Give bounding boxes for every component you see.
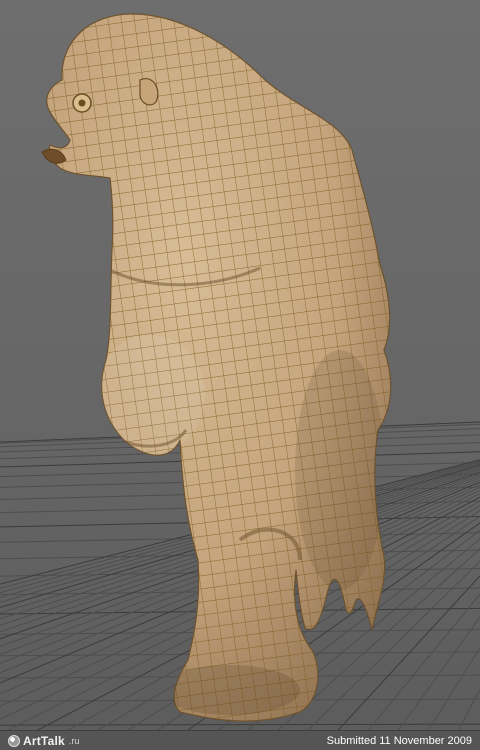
- submitted-date: Submitted 11 November 2009: [326, 734, 472, 747]
- logo-text: ArtTalk: [23, 733, 65, 748]
- viewport-canvas[interactable]: [0, 0, 480, 750]
- logo-domain: .ru: [68, 735, 80, 746]
- creature-eye: [72, 93, 92, 113]
- logo-icon: [8, 734, 20, 747]
- image-footer: ArtTalk .ru Submitted 11 November 2009: [0, 730, 480, 750]
- site-logo[interactable]: ArtTalk .ru: [8, 734, 79, 748]
- 3d-viewport[interactable]: ArtTalk .ru Submitted 11 November 2009: [0, 0, 480, 750]
- grid-line: [0, 723, 480, 726]
- creature-model: [41, 13, 392, 722]
